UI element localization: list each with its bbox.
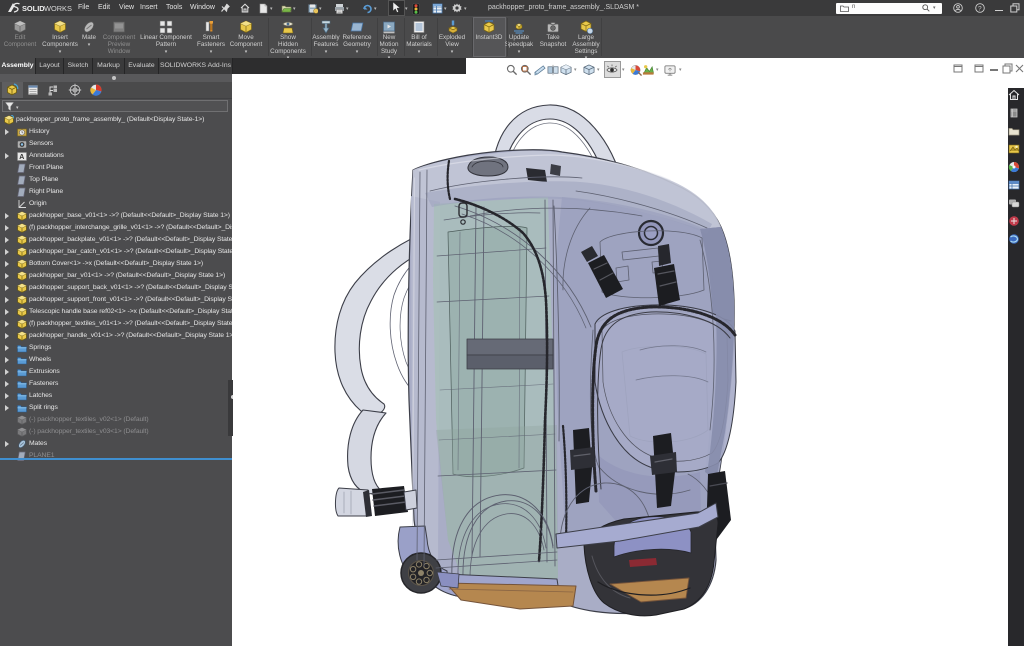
svg-text:SOLID: SOLID: [22, 4, 45, 13]
svg-text:WORKS: WORKS: [44, 4, 72, 13]
svg-text:A: A: [19, 154, 24, 161]
svg-text:?: ?: [978, 5, 982, 12]
